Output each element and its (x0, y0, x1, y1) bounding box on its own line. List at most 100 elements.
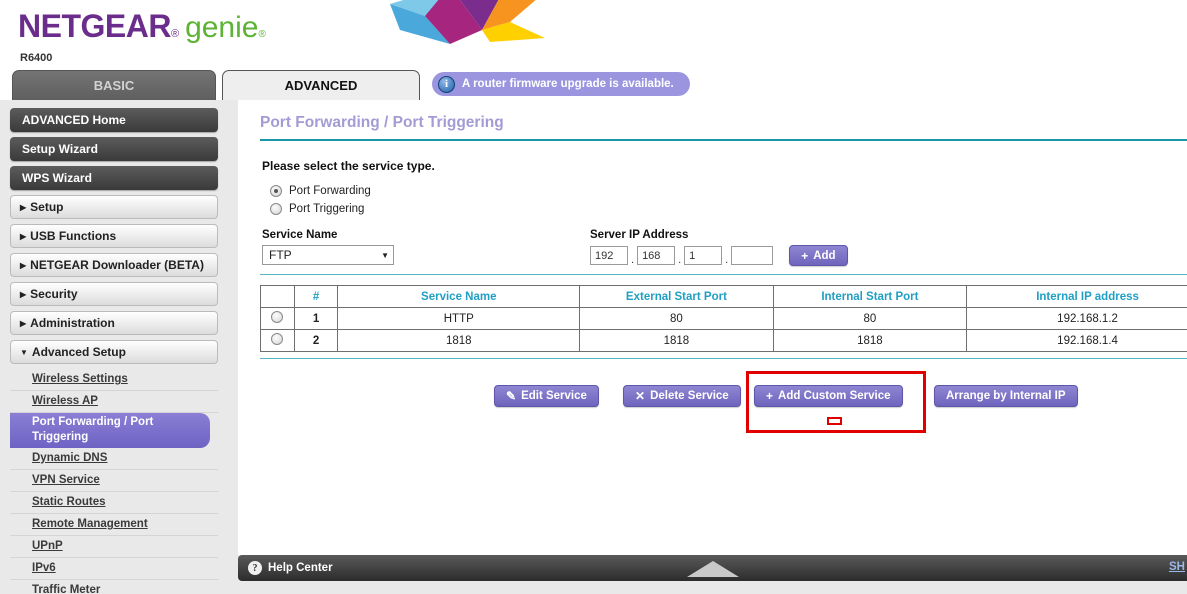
table-row[interactable]: 2 1818 1818 1818 192.168.1.4 (260, 329, 1187, 352)
cursor-annotation-marker (827, 417, 842, 425)
server-ip-octet-1[interactable]: 192 (590, 246, 628, 265)
show-help-link[interactable]: SHOW HELP (1169, 561, 1185, 573)
plus-icon: + (766, 389, 774, 403)
firmware-upgrade-notice[interactable]: i A router firmware upgrade is available… (432, 72, 690, 96)
table-header-internal-start-port: Internal Start Port (772, 285, 968, 308)
tab-bar: BASIC ADVANCED i A router firmware upgra… (0, 70, 1187, 100)
add-button[interactable]: + Add (789, 245, 848, 266)
chevron-right-icon: ▶ (20, 289, 27, 299)
server-ip-octet-3[interactable]: 1 (684, 246, 723, 265)
sidebar-item-traffic-meter[interactable]: Traffic Meter (10, 580, 218, 594)
delete-service-button[interactable]: ✕ Delete Service (623, 385, 741, 407)
sidebar-item-vpn-service[interactable]: VPN Service (10, 470, 218, 492)
sidebar-item-usb-functions[interactable]: ▶ USB Functions (10, 224, 218, 248)
collapse-arrow-icon[interactable] (686, 561, 739, 577)
genie-registered-mark: ® (258, 29, 266, 40)
sidebar-item-administration-label: Administration (30, 316, 115, 330)
sidebar-item-netgear-downloader-label: NETGEAR Downloader (BETA) (30, 258, 204, 272)
service-name-label: Service Name (262, 229, 338, 241)
arrange-by-internal-ip-button[interactable]: Arrange by Internal IP (934, 385, 1078, 407)
netgear-prism-graphic (390, 0, 545, 44)
row-number: 1 (293, 307, 339, 330)
server-ip-octet-4[interactable] (731, 246, 774, 265)
row-radio-1[interactable] (271, 311, 284, 323)
radio-port-forwarding[interactable]: Port Forwarding (270, 185, 1187, 197)
question-icon: ? (248, 561, 262, 575)
table-header-internal-ip-address: Internal IP address (966, 285, 1187, 308)
service-name-group: Service Name FTP ▼ (262, 229, 394, 265)
chevron-right-icon: ▶ (20, 260, 27, 270)
row-internal-ip: 192.168.1.4 (966, 329, 1187, 352)
tab-advanced[interactable]: ADVANCED (222, 70, 420, 100)
chevron-right-icon: ▶ (20, 318, 27, 328)
table-header-number: # (293, 285, 339, 308)
sidebar-item-remote-management[interactable]: Remote Management (10, 514, 218, 536)
row-external-port: 1818 (579, 329, 774, 352)
form-divider (260, 274, 1187, 275)
table-row[interactable]: 1 HTTP 80 80 192.168.1.2 (260, 307, 1187, 330)
sidebar-item-upnp[interactable]: UPnP (10, 536, 218, 558)
help-center-bar[interactable]: ? Help Center SHOW HELP (238, 555, 1187, 581)
row-internal-ip: 192.168.1.2 (966, 307, 1187, 330)
server-ip-label: Server IP Address (590, 229, 689, 241)
info-icon: i (438, 75, 455, 93)
table-header-service-name: Service Name (337, 285, 581, 308)
chevron-down-icon: ▼ (20, 347, 28, 357)
edit-service-button[interactable]: ✎ Edit Service (494, 385, 599, 407)
sidebar-item-advanced-setup[interactable]: ▼ Advanced Setup (10, 340, 218, 364)
table-header-external-start-port: External Start Port (579, 285, 774, 308)
sidebar-item-netgear-downloader[interactable]: ▶ NETGEAR Downloader (BETA) (10, 253, 218, 277)
chevron-down-icon: ▼ (381, 250, 389, 260)
pencil-icon: ✎ (506, 389, 517, 403)
row-radio-2[interactable] (271, 333, 284, 345)
netgear-wordmark: NETGEAR (18, 8, 171, 44)
service-config-row: Service Name FTP ▼ Server IP Address 192… (262, 229, 1187, 266)
sidebar-item-usb-functions-label: USB Functions (30, 229, 117, 243)
service-type-instruction: Please select the service type. (262, 159, 435, 173)
title-divider (260, 139, 1187, 141)
action-button-bar: ✎ Edit Service ✕ Delete Service + Add Cu… (260, 371, 1187, 433)
sidebar-item-wps-wizard[interactable]: WPS Wizard (10, 166, 218, 190)
sidebar-item-setup-label: Setup (30, 200, 64, 214)
radio-port-triggering-input[interactable] (270, 203, 282, 215)
delete-service-label: Delete Service (650, 390, 729, 402)
sidebar-item-static-routes[interactable]: Static Routes (10, 492, 218, 514)
ip-separator: . (631, 254, 635, 266)
ip-separator: . (678, 254, 682, 266)
sidebar-item-advanced-home[interactable]: ADVANCED Home (10, 108, 218, 132)
sidebar-item-advanced-home-label: ADVANCED Home (22, 113, 126, 127)
plus-icon: + (801, 248, 809, 263)
row-external-port: 80 (579, 307, 774, 330)
sidebar-item-port-forwarding[interactable]: Port Forwarding / Port Triggering (10, 413, 210, 448)
sidebar-item-dynamic-dns[interactable]: Dynamic DNS (10, 448, 218, 470)
sidebar-item-setup-wizard[interactable]: Setup Wizard (10, 137, 218, 161)
sidebar-item-ipv6[interactable]: IPv6 (10, 558, 218, 580)
row-select-cell[interactable] (260, 329, 295, 352)
sidebar-item-advanced-setup-label: Advanced Setup (31, 345, 126, 359)
row-select-cell[interactable] (260, 307, 295, 330)
radio-port-triggering[interactable]: Port Triggering (270, 203, 1187, 215)
page-header: NETGEAR ® genie ® R6400 (0, 0, 1187, 70)
port-forwarding-table: # Service Name External Start Port Inter… (260, 285, 1187, 352)
sidebar-item-wps-wizard-label: WPS Wizard (22, 171, 92, 185)
add-custom-service-button[interactable]: + Add Custom Service (754, 385, 903, 407)
netgear-registered-mark: ® (170, 28, 180, 40)
sidebar-item-wireless-ap[interactable]: Wireless AP (10, 391, 218, 413)
sidebar-item-security-label: Security (30, 287, 78, 301)
row-service-name: HTTP (337, 307, 581, 330)
sidebar-item-setup[interactable]: ▶ Setup (10, 195, 218, 219)
server-ip-octet-2[interactable]: 168 (637, 246, 676, 265)
sidebar-item-security[interactable]: ▶ Security (10, 282, 218, 306)
main-content: Port Forwarding / Port Triggering Please… (238, 100, 1187, 555)
radio-port-forwarding-input[interactable] (270, 185, 282, 197)
sidebar-item-wireless-settings[interactable]: Wireless Settings (10, 369, 218, 391)
chevron-right-icon: ▶ (20, 231, 27, 241)
page-body: ADVANCED Home Setup Wizard WPS Wizard ▶ … (0, 100, 1187, 594)
firmware-notice-text: A router firmware upgrade is available. (462, 78, 674, 90)
sidebar-item-administration[interactable]: ▶ Administration (10, 311, 218, 335)
sidebar-submenu-advanced-setup: Wireless Settings Wireless AP Port Forwa… (10, 369, 218, 594)
service-name-select[interactable]: FTP ▼ (262, 245, 394, 265)
tab-basic[interactable]: BASIC (12, 70, 216, 100)
table-header-row: # Service Name External Start Port Inter… (260, 285, 1187, 308)
radio-port-forwarding-label: Port Forwarding (289, 185, 371, 197)
